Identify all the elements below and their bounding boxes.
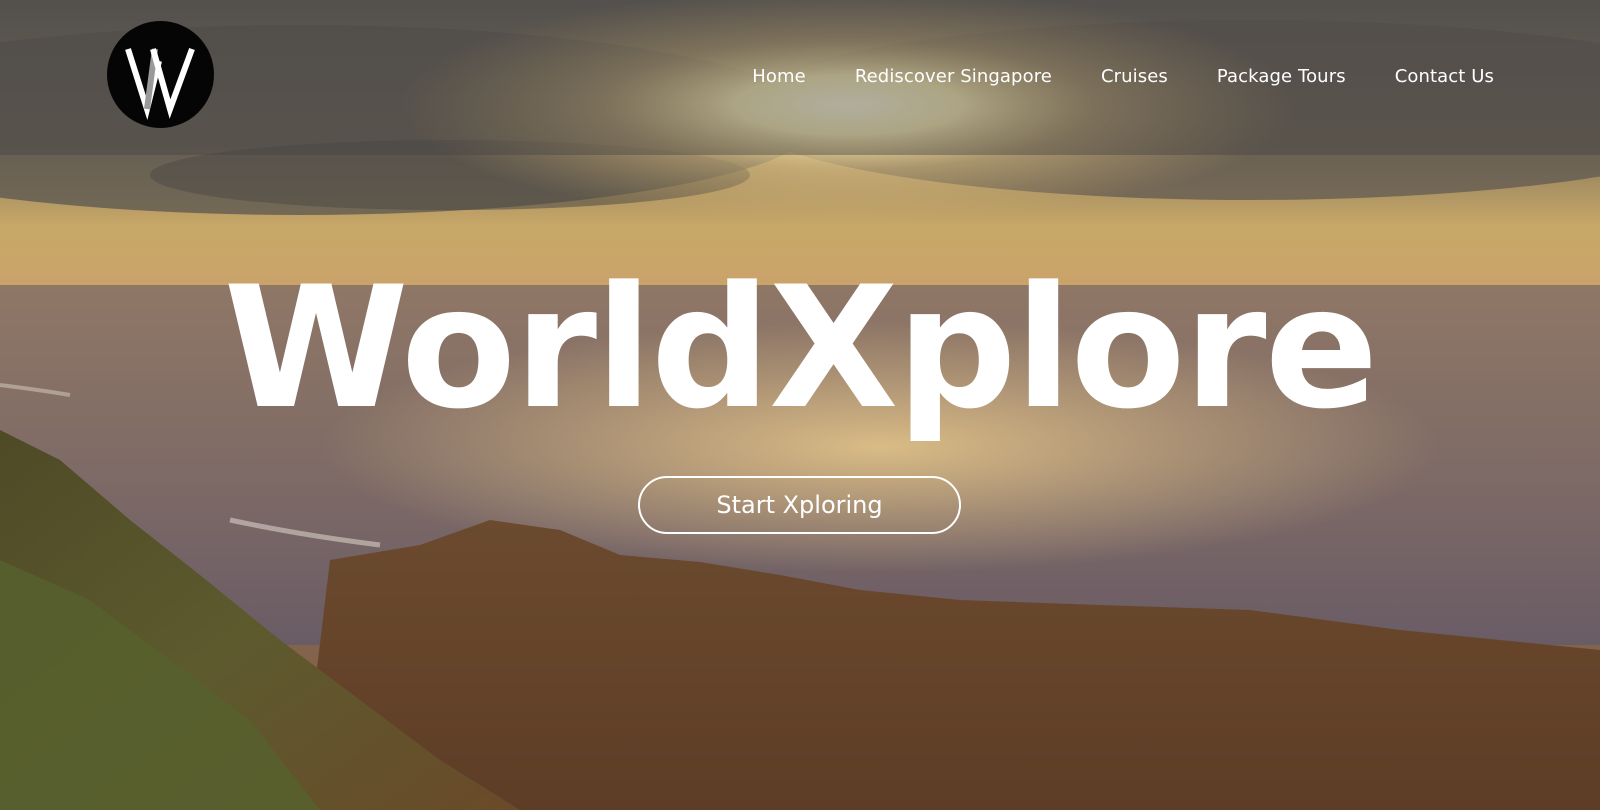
nav-cruises[interactable]: Cruises xyxy=(1101,66,1168,87)
hero-title: WorldXplore xyxy=(223,250,1378,446)
top-navbar: Home Rediscover Singapore Cruises Packag… xyxy=(0,0,1600,155)
main-nav: Home Rediscover Singapore Cruises Packag… xyxy=(752,62,1494,90)
start-xploring-button[interactable]: Start Xploring xyxy=(638,476,961,534)
hero-section: Home Rediscover Singapore Cruises Packag… xyxy=(0,0,1600,810)
nav-package-tours[interactable]: Package Tours xyxy=(1217,66,1346,87)
nav-rediscover-singapore[interactable]: Rediscover Singapore xyxy=(855,66,1052,87)
nav-contact-us[interactable]: Contact Us xyxy=(1395,66,1494,87)
logo[interactable] xyxy=(107,21,214,128)
nav-home[interactable]: Home xyxy=(752,66,806,87)
worldxplore-logo-icon xyxy=(125,47,195,121)
